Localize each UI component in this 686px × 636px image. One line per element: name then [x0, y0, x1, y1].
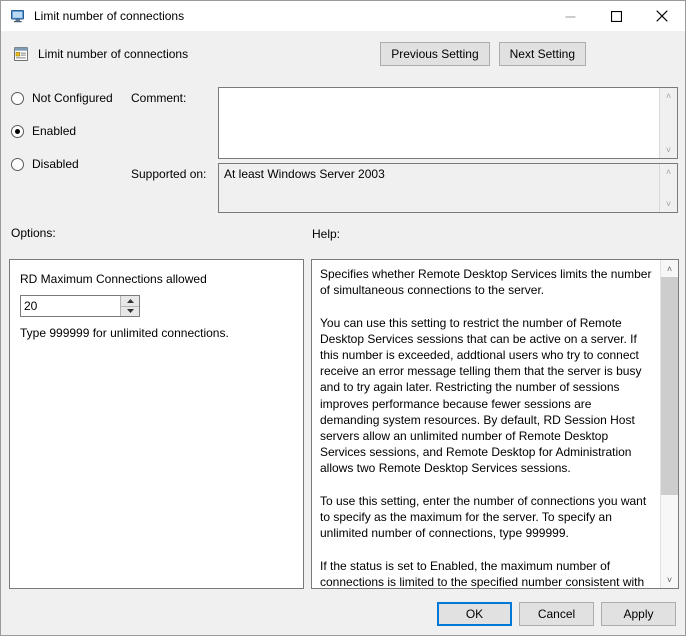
window-controls [547, 1, 685, 31]
comment-label: Comment: [131, 91, 186, 105]
window-title: Limit number of connections [34, 9, 547, 23]
dialog-footer: OK Cancel Apply [2, 592, 685, 636]
help-scroll-up-icon[interactable]: ˄ [661, 260, 678, 277]
minimize-button[interactable] [547, 1, 593, 31]
max-connections-input[interactable] [21, 296, 120, 316]
ok-button[interactable]: OK [437, 602, 512, 626]
spinner-down-icon[interactable] [121, 306, 139, 317]
monitor-icon [10, 8, 26, 24]
comment-scroll-up-icon[interactable]: ˄ [660, 88, 677, 104]
options-label: Options: [11, 226, 56, 240]
radio-not-configured-mark [11, 92, 24, 105]
max-connections-label: RD Maximum Connections allowed [20, 272, 207, 286]
supported-on-scroll-up-icon[interactable]: ˄ [660, 164, 677, 180]
radio-disabled[interactable]: Disabled [11, 153, 131, 175]
radio-disabled-label: Disabled [32, 157, 79, 171]
setting-title: Limit number of connections [38, 47, 380, 61]
supported-on-label: Supported on: [131, 167, 206, 181]
radio-not-configured-label: Not Configured [32, 91, 113, 105]
maximize-button[interactable] [593, 1, 639, 31]
cancel-button[interactable]: Cancel [519, 602, 594, 626]
title-bar: Limit number of connections [1, 1, 685, 31]
setting-header: Limit number of connections Previous Set… [2, 32, 685, 76]
next-setting-button[interactable]: Next Setting [499, 42, 586, 66]
options-panel: RD Maximum Connections allowed Type 9999… [9, 259, 304, 589]
comment-scroll-down-icon[interactable]: ˅ [660, 142, 677, 158]
radio-enabled[interactable]: Enabled [11, 120, 131, 142]
state-radio-group: Not Configured Enabled Disabled [11, 87, 131, 186]
radio-enabled-mark [11, 125, 24, 138]
setting-nav-buttons: Previous Setting Next Setting [380, 42, 586, 66]
comment-scrollbar[interactable]: ˄ ˅ [659, 88, 677, 158]
supported-on-scroll-down-icon[interactable]: ˅ [660, 196, 677, 212]
group-policy-setting-dialog: Limit number of connections L [0, 0, 686, 636]
radio-not-configured[interactable]: Not Configured [11, 87, 131, 109]
close-button[interactable] [639, 1, 685, 31]
help-panel: Specifies whether Remote Desktop Service… [311, 259, 679, 589]
supported-on-textbox: At least Windows Server 2003 ˄ ˅ [218, 163, 678, 213]
max-connections-spin-buttons [120, 296, 139, 316]
help-scrollbar[interactable]: ˄ ˅ [660, 260, 678, 588]
supported-on-text: At least Windows Server 2003 [219, 164, 659, 212]
radio-disabled-mark [11, 158, 24, 171]
policy-setting-icon [13, 46, 29, 62]
previous-setting-button[interactable]: Previous Setting [380, 42, 489, 66]
help-scrollbar-thumb[interactable] [661, 277, 678, 495]
comment-textbox[interactable]: ˄ ˅ [218, 87, 678, 159]
radio-enabled-label: Enabled [32, 124, 76, 138]
help-text: Specifies whether Remote Desktop Service… [312, 260, 660, 588]
help-scroll-down-icon[interactable]: ˅ [661, 571, 678, 588]
comment-text[interactable] [219, 88, 659, 158]
apply-button[interactable]: Apply [601, 602, 676, 626]
help-label: Help: [312, 227, 340, 241]
spinner-up-icon[interactable] [121, 296, 139, 306]
unlimited-connections-note: Type 999999 for unlimited connections. [20, 326, 229, 340]
max-connections-stepper[interactable] [20, 295, 140, 317]
supported-on-scrollbar[interactable]: ˄ ˅ [659, 164, 677, 212]
